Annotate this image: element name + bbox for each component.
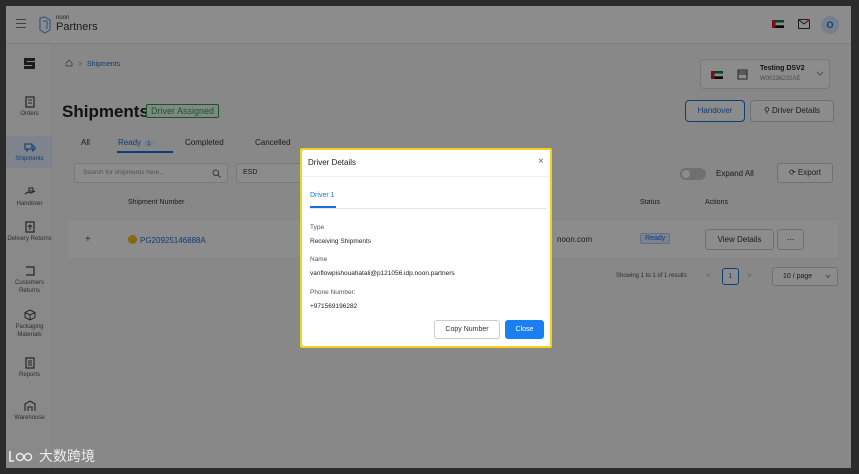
- tab-rule: [310, 208, 546, 209]
- app-window: noon Partners O Orders Shipments Handove…: [6, 6, 851, 468]
- modal-divider: [302, 176, 550, 177]
- driver-details-modal: Driver Details × Driver 1 Type Receiving…: [300, 148, 552, 348]
- copy-number-button[interactable]: Copy Number: [434, 320, 500, 339]
- close-icon[interactable]: ×: [538, 156, 544, 167]
- close-button[interactable]: Close: [505, 320, 544, 339]
- watermark-logo-icon: [9, 451, 33, 462]
- name-label: Name: [310, 256, 328, 263]
- phone-value: +971569196282: [310, 303, 358, 310]
- tab-driver-1[interactable]: Driver 1: [310, 192, 335, 199]
- name-value: vanflowpishouahatali@p121056.idp.noon.pa…: [310, 270, 455, 277]
- phone-label: Phone Number:: [310, 289, 356, 296]
- type-label: Type: [310, 224, 325, 231]
- watermark-text: 大数跨境: [39, 448, 95, 464]
- type-value: Receiving Shipments: [310, 238, 372, 245]
- modal-title: Driver Details: [308, 158, 357, 167]
- watermark: 大数跨境: [8, 446, 95, 466]
